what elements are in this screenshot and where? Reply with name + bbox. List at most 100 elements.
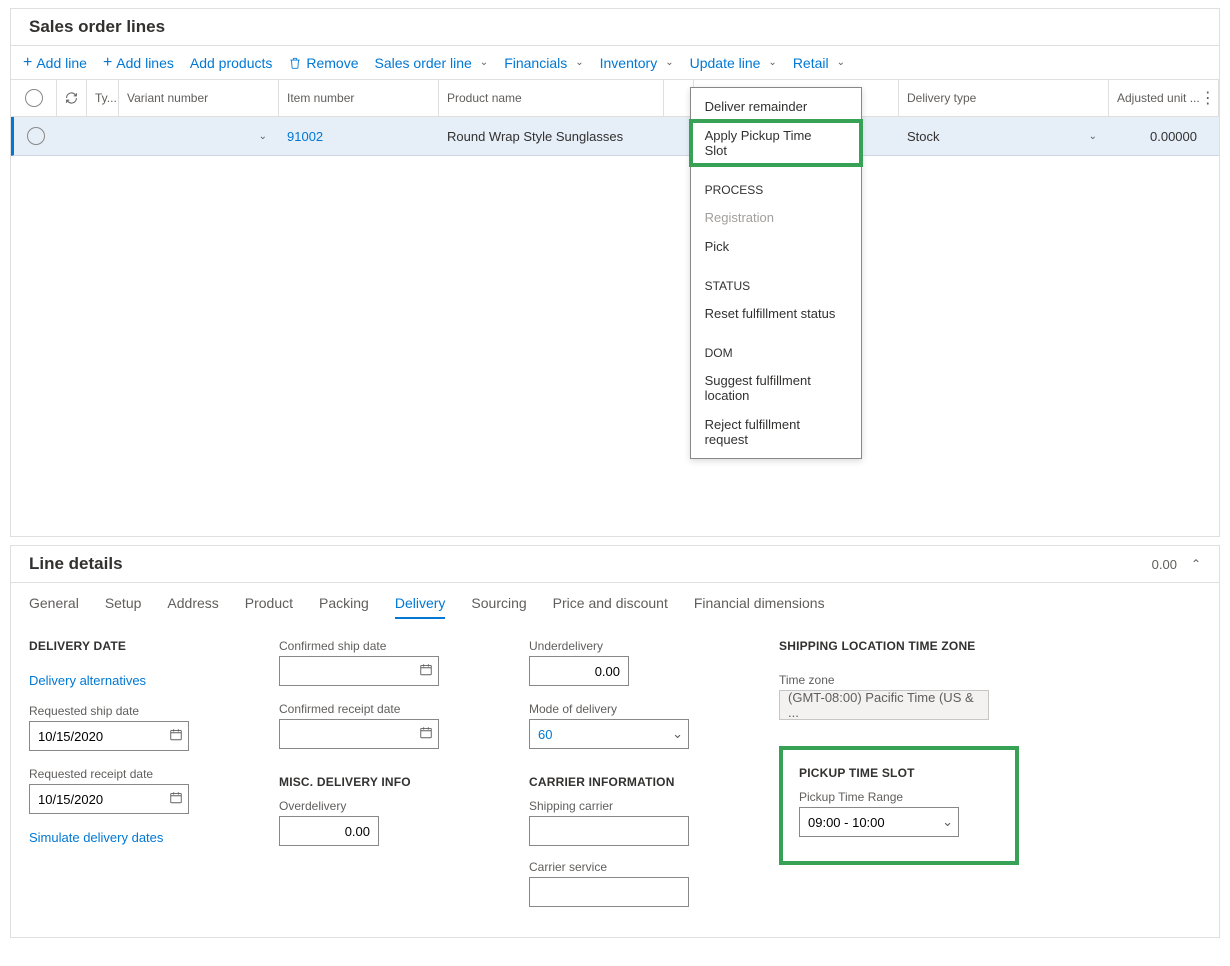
item-number-cell[interactable]: 91002 [279,117,439,155]
requested-ship-date-label: Requested ship date [29,704,249,718]
deliver-remainder-item[interactable]: Deliver remainder [691,92,861,121]
chevron-down-icon: ⌄ [1089,131,1097,142]
reset-fulfillment-status-item[interactable]: Reset fulfillment status [691,299,861,328]
pickup-time-slot-header: PICKUP TIME SLOT [799,766,999,780]
adjusted-unit-column-header[interactable]: Adjusted unit ... ⋮ [1109,80,1219,116]
delivery-type-column-header[interactable]: Delivery type [899,80,1109,116]
carrier-info-header: CARRIER INFORMATION [529,775,749,789]
remove-button[interactable]: Remove [288,55,358,71]
type-column-header[interactable]: Ty... [87,80,119,116]
type-cell [87,117,119,155]
update-line-dropdown[interactable]: Update line ⌄ Deliver remainder Apply Pi… [690,55,777,71]
retail-dropdown[interactable]: Retail ⌄ [793,55,845,71]
requested-receipt-date-input[interactable] [29,784,189,814]
row-selector[interactable] [14,117,57,155]
simulate-delivery-dates-link[interactable]: Simulate delivery dates [29,830,249,845]
add-line-button[interactable]: Add line [23,54,87,71]
confirmed-ship-date-field: Confirmed ship date [279,639,499,686]
pickup-time-range-label: Pickup Time Range [799,790,999,804]
tab-financial-dimensions[interactable]: Financial dimensions [694,595,825,619]
sales-order-lines-panel: Sales order lines Add line Add lines Add… [10,8,1220,537]
refresh-header[interactable] [57,80,87,116]
requested-receipt-date-label: Requested receipt date [29,767,249,781]
underdelivery-input[interactable] [529,656,629,686]
tab-address[interactable]: Address [167,595,218,619]
product-name-column-header[interactable]: Product name [439,80,664,116]
delivery-type-cell[interactable]: Stock ⌄ [899,117,1109,155]
confirmed-receipt-date-label: Confirmed receipt date [279,702,499,716]
requested-ship-date-field: Requested ship date [29,704,249,751]
requested-ship-date-input[interactable] [29,721,189,751]
sales-lines-toolbar: Add line Add lines Add products Remove S… [11,46,1219,80]
remove-label: Remove [306,55,358,71]
chevron-down-icon: ⌄ [837,57,845,68]
item-number-column-header[interactable]: Item number [279,80,439,116]
tab-general[interactable]: General [29,595,79,619]
chevron-down-icon: ⌄ [480,57,488,68]
add-lines-button[interactable]: Add lines [103,54,174,71]
chevron-down-icon: ⌄ [259,131,267,142]
sales-order-lines-header: Sales order lines [11,9,1219,46]
calendar-icon[interactable] [169,728,183,745]
shipping-carrier-input[interactable] [529,816,689,846]
add-line-label: Add line [36,55,87,71]
chevron-down-icon: ⌄ [575,57,583,68]
time-zone-label: Time zone [779,673,1019,687]
overdelivery-input[interactable] [279,816,379,846]
sales-order-line-dropdown[interactable]: Sales order line ⌄ [375,55,489,71]
suggest-fulfillment-location-item[interactable]: Suggest fulfillment location [691,366,861,410]
mode-carrier-column: Underdelivery Mode of delivery ⌄ CARRIER… [529,639,749,907]
carrier-info-section: CARRIER INFORMATION Shipping carrier Car… [529,775,749,907]
grid-header-row: Ty... Variant number Item number Product… [11,80,1219,117]
circle-icon [27,127,45,145]
tab-price-discount[interactable]: Price and discount [553,595,668,619]
pickup-time-range-input[interactable] [799,807,959,837]
calendar-icon[interactable] [419,663,433,680]
variant-cell[interactable]: ⌄ [119,117,279,155]
time-zone-value: (GMT-08:00) Pacific Time (US & ... [779,690,989,720]
carrier-service-label: Carrier service [529,860,749,874]
trash-icon [288,56,302,70]
carrier-service-input[interactable] [529,877,689,907]
select-all-header[interactable] [11,80,57,116]
financials-dropdown[interactable]: Financials ⌄ [504,55,583,71]
confirmed-receipt-date-field: Confirmed receipt date [279,702,499,749]
chevron-up-icon[interactable]: ⌃ [1191,557,1201,571]
line-details-tabs: General Setup Address Product Packing De… [11,583,1219,629]
process-section-header: PROCESS [691,165,861,203]
sales-line-row[interactable]: ⌄ 91002 Round Wrap Style Sunglasses Stoc… [11,117,1219,156]
mode-of-delivery-input[interactable] [529,719,689,749]
confirmed-ship-date-input[interactable] [279,656,439,686]
inventory-label: Inventory [600,55,658,71]
confirmed-dates-column: Confirmed ship date Confirmed receipt da… [279,639,499,907]
product-name-cell: Round Wrap Style Sunglasses [439,117,664,155]
apply-pickup-time-slot-item[interactable]: Apply Pickup Time Slot [691,121,861,165]
tab-delivery[interactable]: Delivery [395,595,446,619]
confirmed-receipt-date-input[interactable] [279,719,439,749]
tab-packing[interactable]: Packing [319,595,369,619]
chevron-down-icon[interactable]: ⌄ [942,814,953,830]
add-products-button[interactable]: Add products [190,55,273,71]
line-details-panel: Line details 0.00 ⌃ General Setup Addres… [10,545,1220,938]
chevron-down-icon[interactable]: ⌄ [672,726,683,742]
adjusted-unit-cell: 0.00000 [1109,117,1219,155]
delivery-date-column: DELIVERY DATE Delivery alternatives Requ… [29,639,249,907]
add-products-label: Add products [190,55,273,71]
more-icon[interactable]: ⋮ [1200,88,1215,108]
reject-fulfillment-request-item[interactable]: Reject fulfillment request [691,410,861,454]
refresh-icon [65,91,78,105]
misc-delivery-header: MISC. DELIVERY INFO [279,775,499,789]
line-details-header: Line details 0.00 ⌃ [11,546,1219,583]
variant-column-header[interactable]: Variant number [119,80,279,116]
pick-item[interactable]: Pick [691,232,861,261]
time-zone-field: Time zone (GMT-08:00) Pacific Time (US &… [779,673,1019,720]
grid-empty-space [11,156,1219,536]
inventory-dropdown[interactable]: Inventory ⌄ [600,55,674,71]
calendar-icon[interactable] [419,726,433,743]
delivery-alternatives-link[interactable]: Delivery alternatives [29,673,249,688]
tab-product[interactable]: Product [245,595,293,619]
tab-sourcing[interactable]: Sourcing [471,595,526,619]
line-details-title: Line details [29,554,123,574]
calendar-icon[interactable] [169,791,183,808]
tab-setup[interactable]: Setup [105,595,142,619]
